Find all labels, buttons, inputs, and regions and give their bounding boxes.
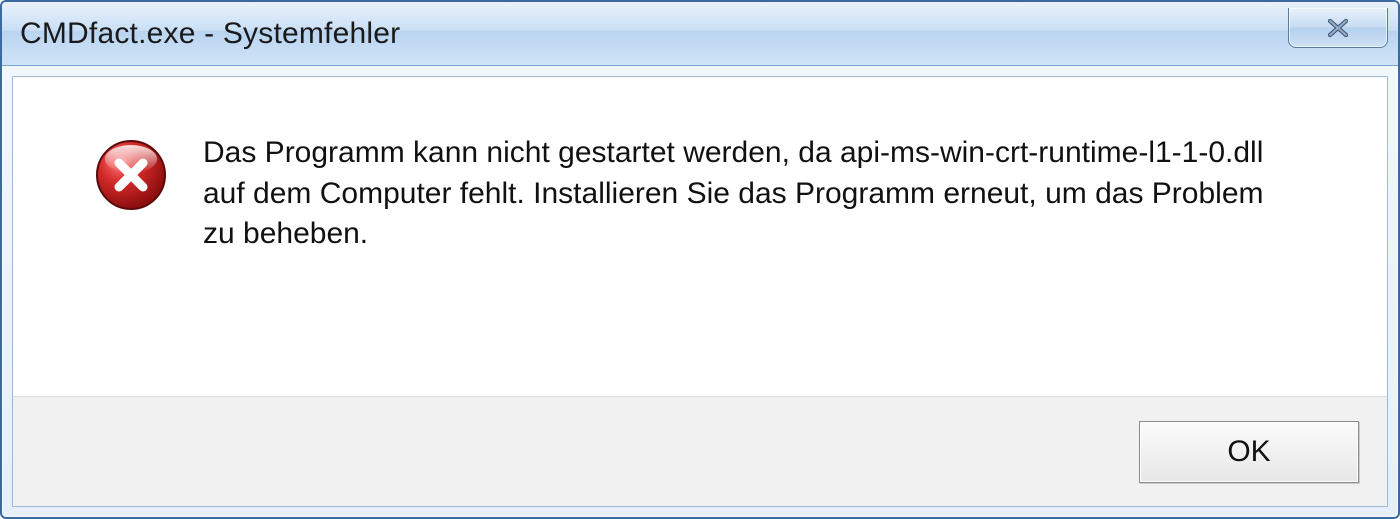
- close-icon: [1321, 18, 1355, 38]
- error-message: Das Programm kann nicht gestartet werden…: [203, 133, 1283, 255]
- ok-button[interactable]: OK: [1139, 421, 1359, 483]
- titlebar: CMDfact.exe - Systemfehler: [2, 2, 1398, 66]
- window-title: CMDfact.exe - Systemfehler: [20, 17, 400, 51]
- client-area: Das Programm kann nicht gestartet werden…: [12, 76, 1388, 507]
- error-icon: [93, 137, 169, 213]
- ok-button-label: OK: [1227, 435, 1270, 469]
- close-button[interactable]: [1288, 8, 1388, 48]
- dialog-window: CMDfact.exe - Systemfehler: [0, 0, 1400, 519]
- content-area: Das Programm kann nicht gestartet werden…: [13, 77, 1387, 396]
- button-row: OK: [13, 396, 1387, 506]
